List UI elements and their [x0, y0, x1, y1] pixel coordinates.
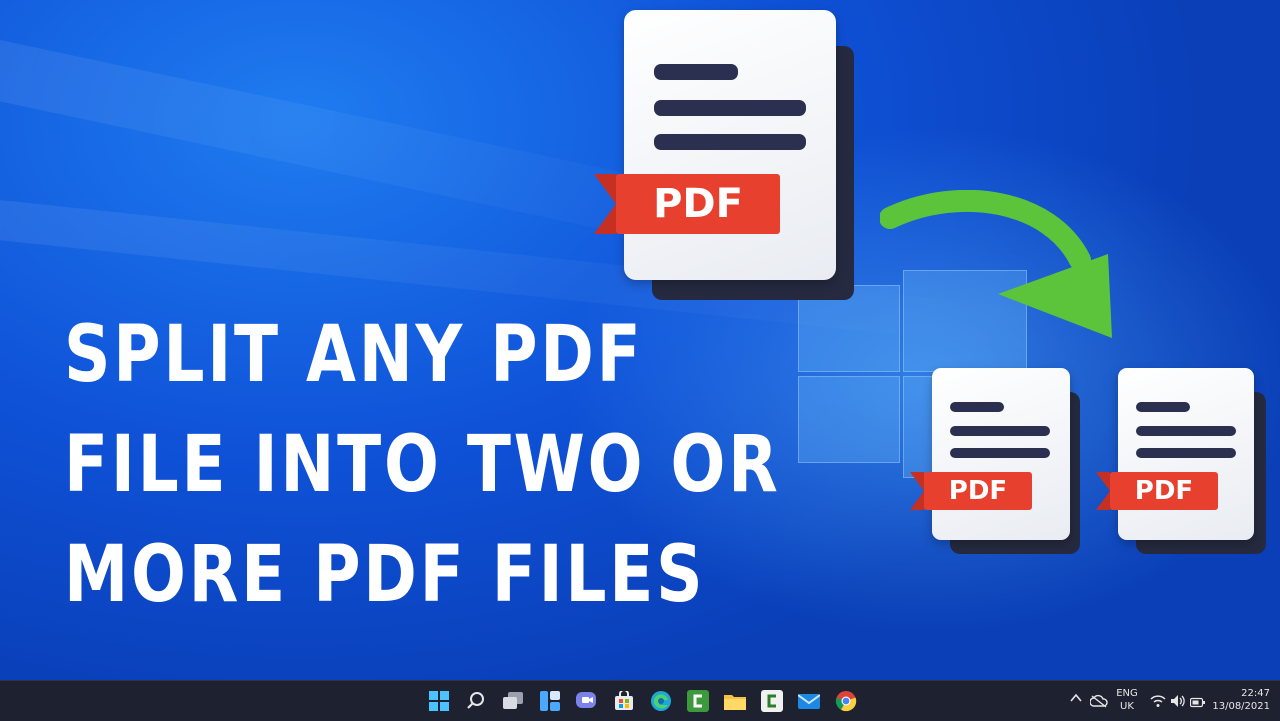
store-icon[interactable]: [609, 687, 639, 715]
pdf-document-icon: PDF: [590, 8, 860, 308]
clock-time: 22:47: [1241, 688, 1270, 699]
pdf-ribbon-label: PDF: [1110, 472, 1218, 510]
desktop-wallpaper: SPLIT ANY PDF FILE INTO TWO OR MORE PDF …: [0, 0, 1280, 680]
windows-logo-pane: [798, 376, 900, 463]
thumbnail-headline: SPLIT ANY PDF FILE INTO TWO OR MORE PDF …: [64, 300, 781, 630]
region-code: UK: [1120, 701, 1134, 712]
pdf-document-icon: PDF: [910, 366, 1085, 556]
chrome-icon[interactable]: [831, 687, 861, 715]
taskbar: ENG UK 22:47 13/08/2021: [0, 680, 1280, 721]
text-line: [950, 448, 1050, 458]
text-line: [654, 100, 806, 116]
volume-icon[interactable]: [1170, 693, 1186, 712]
file-explorer-icon[interactable]: [720, 687, 750, 715]
search-icon[interactable]: [461, 687, 491, 715]
camtasia-recorder-icon[interactable]: [757, 687, 787, 715]
ribbon-tail: [910, 472, 924, 510]
language-code: ENG: [1116, 688, 1138, 699]
mail-icon[interactable]: [794, 687, 824, 715]
text-line: [950, 426, 1050, 436]
windows-start-icon[interactable]: [424, 687, 454, 715]
camtasia-icon[interactable]: [683, 687, 713, 715]
clock-date: 13/08/2021: [1212, 701, 1270, 712]
chevron-up-icon[interactable]: [1070, 692, 1082, 707]
battery-icon[interactable]: [1189, 694, 1206, 713]
edge-icon[interactable]: [646, 687, 676, 715]
task-view-icon[interactable]: [498, 687, 528, 715]
clock[interactable]: 22:47 13/08/2021: [1210, 687, 1270, 713]
pdf-document-icon: PDF: [1096, 366, 1271, 556]
text-line: [1136, 426, 1236, 436]
ribbon-tail: [594, 174, 616, 234]
document-page: [624, 10, 836, 280]
onedrive-icon[interactable]: [1089, 693, 1108, 712]
text-line: [950, 402, 1004, 412]
headline-line-3: MORE PDF FILES: [64, 530, 706, 620]
headline-line-2: FILE INTO TWO OR: [64, 420, 781, 510]
ribbon-tail: [1096, 472, 1110, 510]
pdf-ribbon-label: PDF: [616, 174, 780, 234]
wifi-icon[interactable]: [1150, 693, 1166, 712]
widgets-icon[interactable]: [535, 687, 565, 715]
document-page: [932, 368, 1070, 540]
input-language-indicator[interactable]: ENG UK: [1115, 687, 1139, 713]
text-line: [654, 134, 806, 150]
text-line: [1136, 402, 1190, 412]
curved-arrow-icon: [880, 190, 1112, 338]
teams-chat-icon[interactable]: [572, 687, 602, 715]
text-line: [1136, 448, 1236, 458]
pdf-ribbon-label: PDF: [924, 472, 1032, 510]
text-line: [654, 64, 738, 80]
document-page: [1118, 368, 1254, 540]
headline-line-1: SPLIT ANY PDF: [64, 310, 644, 400]
